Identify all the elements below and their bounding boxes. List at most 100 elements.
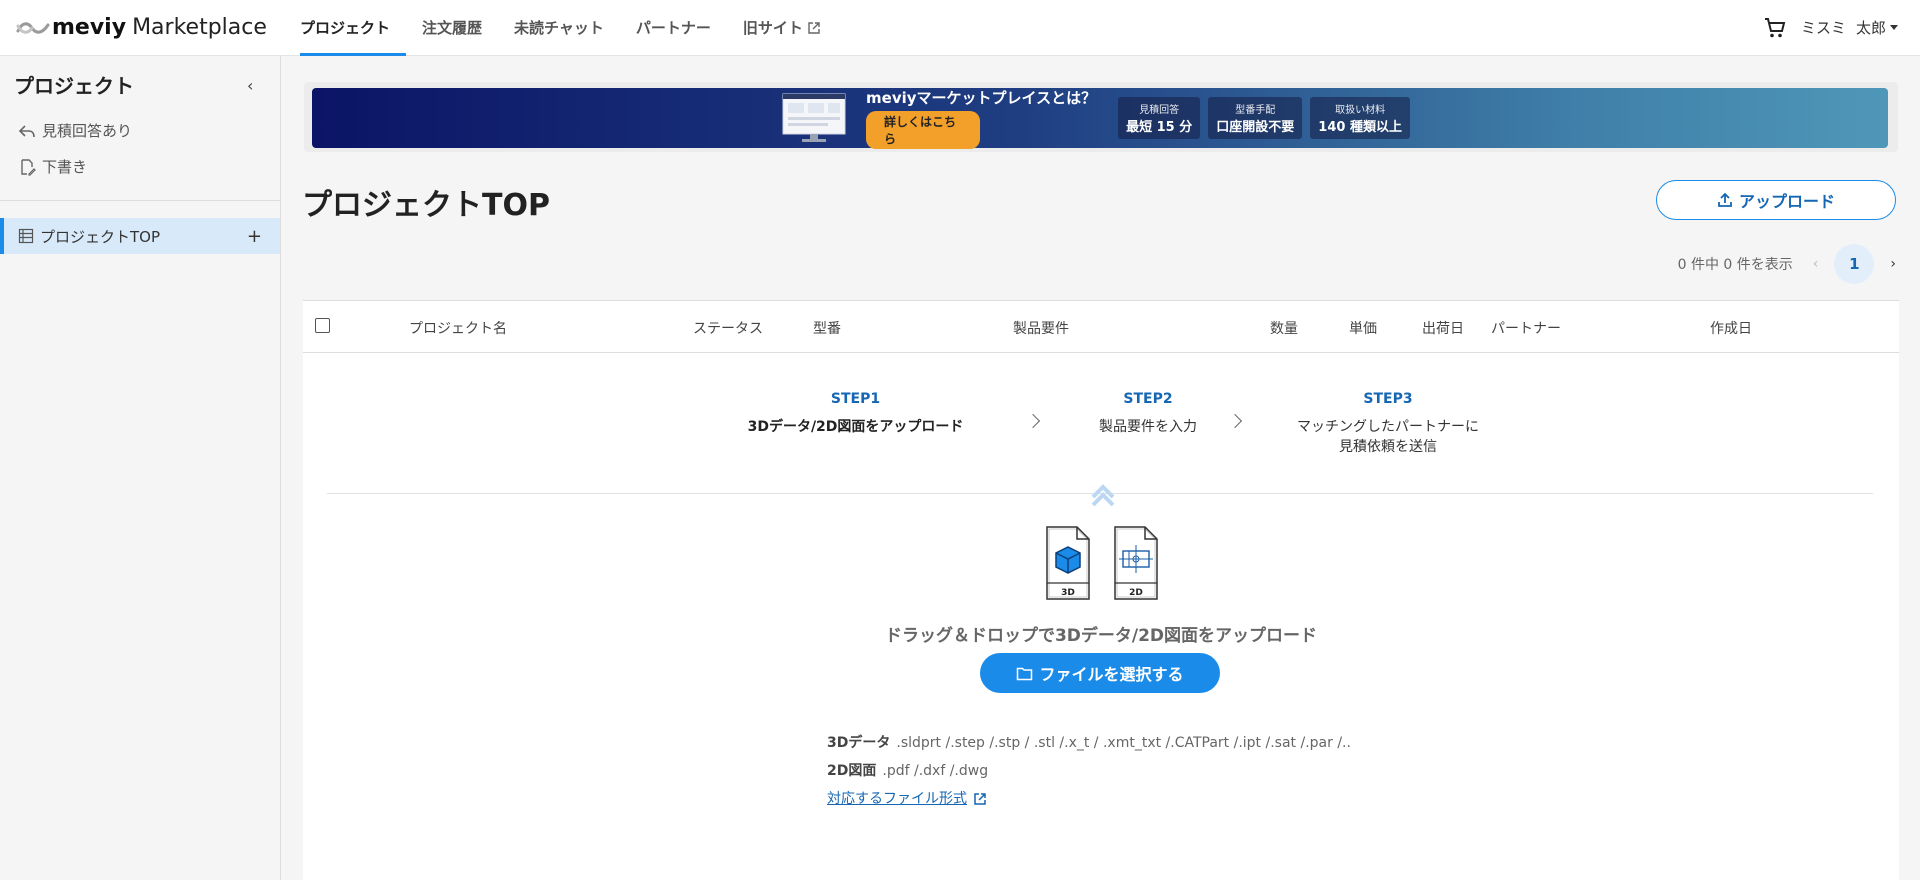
stat-no-account-value: 口座開設不要 [1216, 120, 1295, 135]
external-link-icon [974, 793, 986, 805]
file-upload-illustration-icon: 3D 2D [1046, 484, 1158, 600]
project-table: プロジェクト名 ステータス 型番 製品要件 数量 単価 出荷日 パートナー 作成… [303, 300, 1899, 880]
cart-icon[interactable] [1763, 16, 1787, 40]
step-1: STEP1 3Dデータ/2D図面をアップロード [723, 391, 988, 437]
nav-unread-chat-label: 未読チャット [514, 19, 604, 37]
banner-text: meviyマーケットプレイスとは？ 詳しくはこちら [866, 87, 1096, 149]
stat-no-account-label: 型番手配 [1235, 105, 1276, 116]
user-menu[interactable]: 太郎 [1856, 17, 1898, 38]
formats-2d-list: .pdf /.dxf /.dwg [882, 763, 989, 779]
formats-3d-label: 3Dデータ [827, 735, 891, 751]
top-header: meviy Marketplace プロジェクト 注文履歴 未読チャット パート… [0, 0, 1920, 56]
nav-order-history[interactable]: 注文履歴 [406, 0, 498, 56]
column-quantity[interactable]: 数量 [1270, 318, 1298, 338]
chevron-right-icon [1025, 413, 1041, 429]
step-2: STEP2 製品要件を入力 [1073, 391, 1223, 437]
sidebar-item-quoted-label: 見積回答あり [42, 122, 133, 140]
column-requirements[interactable]: 製品要件 [1013, 318, 1069, 338]
brand-logo[interactable]: meviy Marketplace [16, 15, 284, 40]
file-3d-label: 3D [1061, 588, 1075, 598]
user-name: 太郎 [1855, 19, 1886, 37]
step-1-text: 3Dデータ/2D図面をアップロード [747, 419, 964, 435]
step-2-text: 製品要件を入力 [1099, 419, 1197, 435]
meviy-logo-icon [16, 21, 50, 34]
reply-icon [18, 124, 35, 137]
stat-materials-value: 140 種類以上 [1318, 120, 1402, 135]
select-file-button-label: ファイルを選択する [1039, 665, 1184, 684]
add-project-button[interactable]: + [247, 226, 262, 247]
dropzone-text: ドラッグ＆ドロップで3Dデータ/2D図面をアップロード [884, 626, 1318, 646]
pagination: 0 件中 0 件を表示 ‹ 1 › [1678, 244, 1896, 284]
folder-icon [1017, 667, 1033, 680]
formats-3d: 3Dデータ .sldprt /.step /.stp / .stl /.x_t /… [827, 729, 1351, 757]
sidebar-item-drafts[interactable]: 下書き [18, 156, 87, 177]
header-user-area: ミスミ 太郎 [1763, 16, 1898, 40]
stat-no-account: 型番手配 口座開設不要 [1208, 97, 1303, 139]
sidebar-divider [0, 200, 280, 201]
chevron-right-icon [1227, 413, 1243, 429]
banner-headline: meviyマーケットプレイスとは？ [866, 89, 1097, 107]
brand-suffix: Marketplace [132, 15, 267, 40]
select-file-button[interactable]: ファイルを選択する [980, 653, 1220, 693]
stat-quote-time-label: 見積回答 [1139, 105, 1180, 116]
marketplace-banner[interactable]: meviyマーケットプレイスとは？ 詳しくはこちら 見積回答 最短 15 分 型… [312, 87, 1888, 149]
draft-icon [21, 158, 36, 176]
supported-formats-link-label: 対応するファイル形式 [827, 791, 967, 807]
column-status[interactable]: ステータス [693, 318, 763, 338]
column-project-name[interactable]: プロジェクト名 [409, 318, 507, 338]
step-3-text-line1: マッチングしたパートナーに [1297, 419, 1479, 435]
step-2-number: STEP2 [1123, 391, 1173, 407]
sidebar-item-project-top-label: プロジェクトTOP [40, 227, 161, 246]
select-all-checkbox[interactable] [315, 318, 330, 333]
column-created-date[interactable]: 作成日 [1710, 318, 1752, 338]
file-2d-label: 2D [1129, 588, 1143, 598]
upload-button-label: アップロード [1738, 192, 1835, 211]
nav-order-history-label: 注文履歴 [422, 19, 483, 37]
upload-icon [1718, 192, 1732, 207]
sidebar-item-drafts-label: 下書き [42, 158, 88, 176]
nav-old-site[interactable]: 旧サイト [727, 0, 837, 56]
next-page-button[interactable]: › [1890, 256, 1896, 272]
company-name: ミスミ [1800, 19, 1846, 37]
nav-unread-chat[interactable]: 未読チャット [498, 0, 620, 56]
formats-3d-list: .sldprt /.step /.stp / .stl /.x_t / .xmt… [896, 735, 1351, 751]
sidebar-item-project-top[interactable]: プロジェクトTOP + [0, 218, 280, 254]
main-nav: プロジェクト 注文履歴 未読チャット パートナー 旧サイト [284, 0, 837, 56]
step-1-number: STEP1 [830, 391, 881, 407]
column-part-number[interactable]: 型番 [813, 318, 841, 338]
supported-formats: 3Dデータ .sldprt /.step /.stp / .stl /.x_t /… [827, 729, 1351, 813]
list-icon [18, 228, 34, 244]
column-partner[interactable]: パートナー [1491, 318, 1561, 338]
prev-page-button[interactable]: ‹ [1813, 256, 1819, 272]
collapse-sidebar-button[interactable]: ‹ [247, 76, 253, 95]
table-header: プロジェクト名 ステータス 型番 製品要件 数量 単価 出荷日 パートナー 作成… [303, 301, 1899, 353]
banner-cta-button[interactable]: 詳しくはこちら [866, 111, 981, 149]
nav-partners-label: パートナー [635, 19, 711, 37]
sidebar-item-quoted[interactable]: 見積回答あり [18, 120, 132, 141]
step-3: STEP3 マッチングしたパートナーに 見積依頼を送信 [1273, 391, 1503, 457]
pagination-summary: 0 件中 0 件を表示 [1677, 257, 1793, 273]
upload-button[interactable]: アップロード [1656, 180, 1896, 220]
stat-quote-time: 見積回答 最短 15 分 [1118, 97, 1201, 139]
page-number-button[interactable]: 1 [1834, 244, 1875, 284]
nav-projects[interactable]: プロジェクト [284, 0, 407, 56]
main-content: meviyマーケットプレイスとは？ 詳しくはこちら 見積回答 最短 15 分 型… [282, 56, 1920, 880]
sidebar-title: プロジェクト [14, 74, 134, 98]
nav-old-site-label: 旧サイト [742, 19, 803, 37]
supported-formats-link[interactable]: 対応するファイル形式 [827, 785, 987, 813]
page-title: プロジェクトTOP [302, 188, 550, 223]
stat-materials-label: 取扱い材料 [1335, 105, 1386, 116]
sidebar: プロジェクト ‹ 見積回答あり 下書き プロジェクトTOP + [0, 56, 281, 880]
nav-partners[interactable]: パートナー [620, 0, 727, 56]
chevron-down-icon [1890, 25, 1898, 30]
external-link-icon [808, 21, 820, 34]
column-unit-price[interactable]: 単価 [1349, 318, 1377, 338]
step-3-text-line2: 見積依頼を送信 [1339, 439, 1437, 455]
brand-name: meviy [52, 15, 127, 40]
column-ship-date[interactable]: 出荷日 [1422, 318, 1464, 338]
monitor-preview-icon [782, 93, 846, 142]
stat-quote-time-value: 最短 15 分 [1126, 120, 1193, 135]
nav-projects-label: プロジェクト [300, 19, 391, 37]
formats-2d: 2D図面 .pdf /.dxf /.dwg [827, 757, 1351, 785]
stat-materials: 取扱い材料 140 種類以上 [1310, 97, 1410, 139]
